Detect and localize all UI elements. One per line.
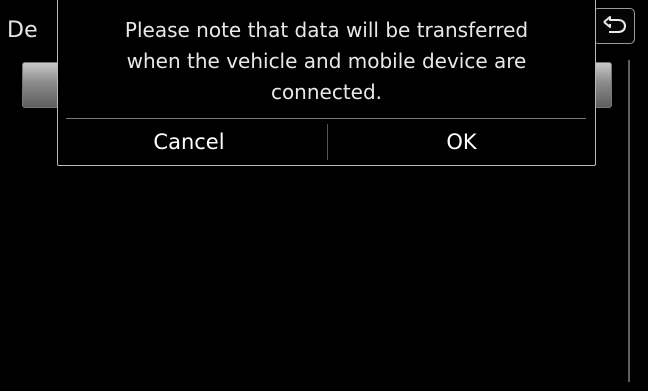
dialog-message: Please note that data will be transferre… [58,15,595,108]
back-arrow-icon [602,15,627,37]
scrollbar-track[interactable] [628,60,630,382]
back-button[interactable] [593,8,635,44]
ok-button[interactable]: OK [328,119,595,164]
confirmation-dialog: Please note that data will be transferre… [57,0,596,166]
dialog-message-line: when the vehicle and mobile device are [126,49,527,73]
infotainment-screen: De Please note that data will be transfe… [0,0,648,391]
dialog-message-line: Please note that data will be transferre… [124,18,529,42]
dialog-actions: Cancel OK [58,119,595,164]
background-page-title: De [7,18,38,43]
dialog-message-line: connected. [270,80,383,104]
cancel-button[interactable]: Cancel [58,119,327,164]
